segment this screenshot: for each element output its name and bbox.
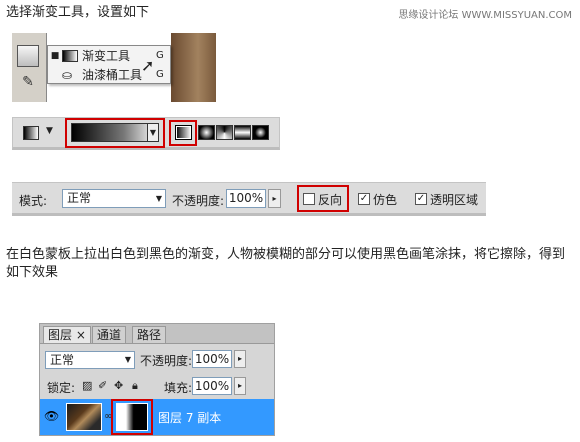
watermark: 思缘设计论坛 WWW.MISSYUAN.COM (398, 10, 572, 21)
highlight-linear-gradient (169, 120, 197, 146)
fill-slider-button[interactable]: ▸ (234, 377, 246, 395)
lock-pixels-icon[interactable]: ✐ (98, 379, 107, 392)
diamond-gradient-button[interactable] (252, 125, 269, 140)
tab-paths[interactable]: 路径 (132, 326, 167, 343)
reflected-gradient-button[interactable] (234, 125, 251, 140)
highlight-layer-mask (111, 399, 153, 435)
blend-mode-select[interactable]: 正常 ▼ (45, 351, 135, 369)
layer-row-selected[interactable]: 👁︎ ∞ 图层 7 副本 (40, 399, 274, 435)
layer-opacity-input[interactable]: 100% (192, 350, 232, 368)
radial-gradient-button[interactable] (198, 125, 215, 140)
tab-channels[interactable]: 通道 (92, 326, 127, 343)
smudge-tool-icon[interactable]: ✎ (17, 71, 39, 93)
tab-layers[interactable]: 图层 × (43, 326, 91, 343)
opacity-slider-button[interactable]: ▸ (268, 189, 281, 208)
mode-label: 模式: (19, 194, 48, 208)
chevron-down-icon: ▼ (124, 355, 131, 364)
opacity-input[interactable]: 100% (226, 189, 266, 208)
lock-all-icon[interactable]: 🔒︎ (132, 379, 138, 393)
gradient-options-bar: ▼ ▼ (12, 117, 280, 150)
mouse-cursor-icon: ➚ (141, 56, 155, 75)
fill-label: 填充: (164, 381, 193, 395)
chevron-down-icon: ▼ (155, 194, 162, 203)
lock-position-icon[interactable]: ✥ (114, 379, 123, 392)
transparency-checkbox[interactable]: ✓ (415, 193, 427, 205)
layers-panel: 图层 × 通道 路径 正常 ▼ 不透明度: 100% ▸ 锁定: ▨ ✐ ✥ 🔒… (39, 323, 275, 436)
layer-opacity-slider-button[interactable]: ▸ (234, 350, 246, 368)
preset-dropdown-arrow-icon[interactable]: ▼ (46, 126, 53, 136)
step2-text: 在白色蒙板上拉出白色到黑色的渐变，人物被模糊的部分可以使用黑色画笔涂抹，将它擦除… (6, 247, 566, 280)
layer-opacity-label: 不透明度: (140, 354, 193, 368)
opacity-label: 不透明度: (172, 194, 225, 208)
panel-tabs: 图层 × 通道 路径 (40, 324, 274, 344)
selected-bullet: ■ (50, 50, 60, 61)
dither-checkbox[interactable]: ✓ (358, 193, 370, 205)
visibility-eye-icon[interactable]: 👁︎ (44, 409, 59, 423)
mode-select[interactable]: 正常 ▼ (62, 189, 166, 208)
shortcut-key: G (156, 69, 164, 80)
mode-value: 正常 (67, 191, 92, 205)
layer-thumbnail[interactable] (66, 403, 102, 431)
lock-label: 锁定: (47, 381, 76, 395)
blend-mode-value: 正常 (50, 353, 75, 367)
reverse-checkbox[interactable] (303, 193, 315, 205)
canvas-photo-fragment (171, 33, 216, 102)
transparency-label: 透明区域 (430, 193, 479, 207)
toolbox-strip: ✎ (12, 33, 47, 102)
gradient-tool-button[interactable] (17, 45, 39, 67)
mode-options-bar: 模式: 正常 ▼ 不透明度: 100% ▸ 反向 ✓ 仿色 ✓ 透明区域 (12, 182, 486, 216)
gradient-icon (62, 49, 78, 62)
fill-input[interactable]: 100% (192, 377, 232, 395)
lock-transparency-icon[interactable]: ▨ (82, 379, 92, 392)
paint-bucket-icon: ⛀ (62, 67, 73, 82)
layer-name[interactable]: 图层 7 副本 (158, 409, 221, 426)
highlight-gradient-picker (65, 118, 165, 148)
shortcut-key: G (156, 50, 164, 61)
gradient-tool-preset-icon[interactable] (23, 126, 39, 140)
step1-text: 选择渐变工具，设置如下 (6, 5, 150, 20)
angle-gradient-button[interactable] (216, 125, 233, 140)
reverse-label: 反向 (318, 193, 343, 207)
dither-label: 仿色 (373, 193, 398, 207)
